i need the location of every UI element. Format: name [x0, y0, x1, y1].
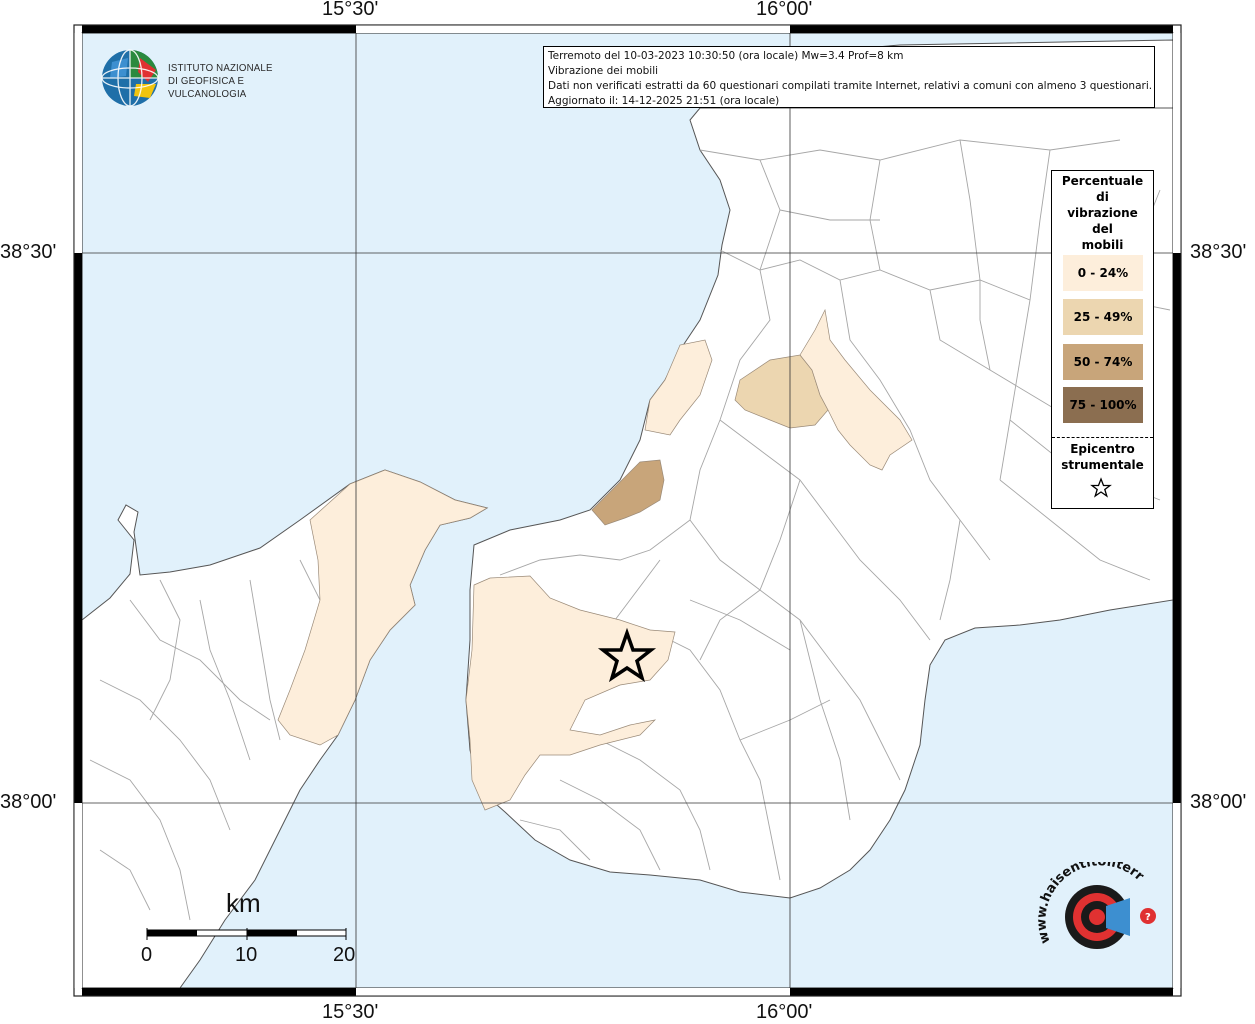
legend-swatch-75-100: 75 - 100% — [1063, 387, 1143, 423]
legend-title-line: del — [1092, 222, 1113, 236]
legend-epicenter-label: Epicentro strumentale — [1052, 441, 1153, 473]
ingv-line2: DI GEOFISICA E VULCANOLOGIA — [168, 75, 247, 100]
update-time: Aggiornato il: 14-12-2025 21:51 (ora loc… — [548, 95, 780, 107]
legend-title-line: di — [1096, 190, 1109, 204]
tick-top-left: 15°30' — [322, 0, 379, 20]
tick-right-lower: 38°00' — [1190, 791, 1247, 813]
tick-bottom-left: 15°30' — [322, 1001, 379, 1023]
ingv-logo: ISTITUTO NAZIONALE DI GEOFISICA E VULCAN… — [100, 48, 320, 110]
haisentitoilterremoto-logo: ? www.haisentitoilterremoto.it — [1030, 862, 1156, 949]
data-note: Dati non verificati estratti da 60 quest… — [548, 80, 1153, 92]
event-title: Terremoto del 10-03-2023 10:30:50 (ora l… — [548, 50, 904, 62]
legend-epicenter-line2: strumentale — [1061, 458, 1144, 472]
legend-title-line: Percentuale — [1061, 174, 1144, 188]
globe-icon — [101, 49, 159, 107]
legend-title: Percentuale di vibrazione del mobili — [1052, 171, 1153, 253]
legend-swatch-25-49: 25 - 49% — [1063, 299, 1143, 335]
legend-epicenter-line1: Epicentro — [1070, 442, 1135, 456]
ingv-name: ISTITUTO NAZIONALE DI GEOFISICA E VULCAN… — [168, 62, 308, 101]
ingv-line1: ISTITUTO NAZIONALE — [168, 62, 273, 74]
svg-text:?: ? — [1145, 912, 1151, 923]
scale-bar: km 0 10 20 — [140, 888, 360, 968]
legend-title-line: mobili — [1081, 238, 1124, 252]
tick-left-upper: 38°30' — [0, 241, 57, 263]
scale-bar-graphic — [146, 928, 347, 940]
legend-star-icon — [1090, 477, 1112, 498]
tick-top-right: 16°00' — [756, 0, 813, 20]
scale-tick-0: 0 — [141, 944, 153, 966]
scale-tick-10: 10 — [235, 944, 258, 966]
legend-swatch-50-74: 50 - 74% — [1063, 344, 1143, 380]
scale-tick-20: 20 — [333, 944, 356, 966]
tick-left-lower: 38°00' — [0, 791, 57, 813]
scale-unit: km — [226, 888, 261, 918]
tick-right-upper: 38°30' — [1190, 241, 1247, 263]
legend-divider — [1052, 437, 1153, 438]
tick-bottom-right: 16°00' — [756, 1001, 813, 1023]
legend: Percentuale di vibrazione del mobili 0 -… — [1051, 170, 1154, 509]
legend-swatch-0-24: 0 - 24% — [1063, 255, 1143, 291]
map-subject: Vibrazione dei mobili — [548, 65, 659, 77]
legend-title-line: vibrazione — [1067, 206, 1138, 220]
event-info-box: Terremoto del 10-03-2023 10:30:50 (ora l… — [543, 46, 1155, 108]
